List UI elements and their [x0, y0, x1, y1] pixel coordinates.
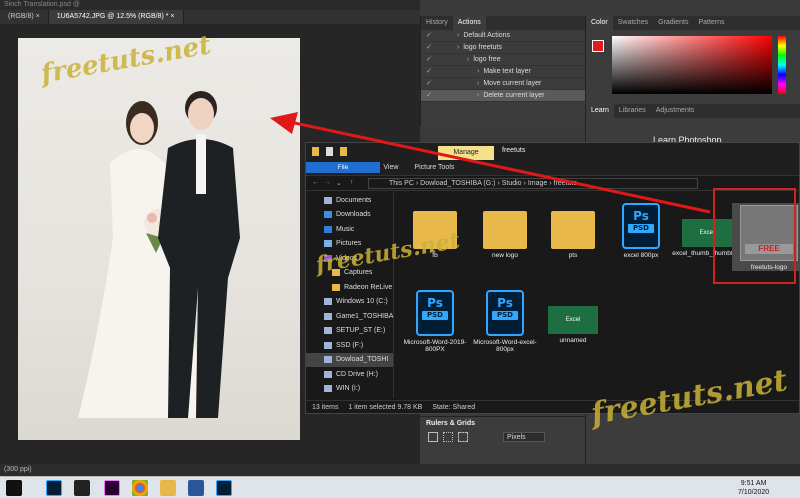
- clock[interactable]: 9:51 AM 7/10/2020: [738, 479, 769, 497]
- word-taskbar-icon[interactable]: [188, 480, 204, 496]
- chrome-taskbar-icon[interactable]: [132, 480, 148, 496]
- windows-taskbar: 9:51 AM 7/10/2020: [0, 476, 800, 498]
- clock-date: 7/10/2020: [738, 489, 770, 496]
- clock-time: 9:51 AM: [740, 480, 767, 487]
- explorer-taskbar-icon[interactable]: [160, 480, 176, 496]
- start-icon[interactable]: [6, 480, 22, 496]
- premiere-taskbar-icon[interactable]: [104, 480, 120, 496]
- photoshop2-taskbar-icon[interactable]: [216, 480, 232, 496]
- photoshop-taskbar-icon[interactable]: [46, 480, 62, 496]
- app-taskbar-icon[interactable]: [74, 480, 90, 496]
